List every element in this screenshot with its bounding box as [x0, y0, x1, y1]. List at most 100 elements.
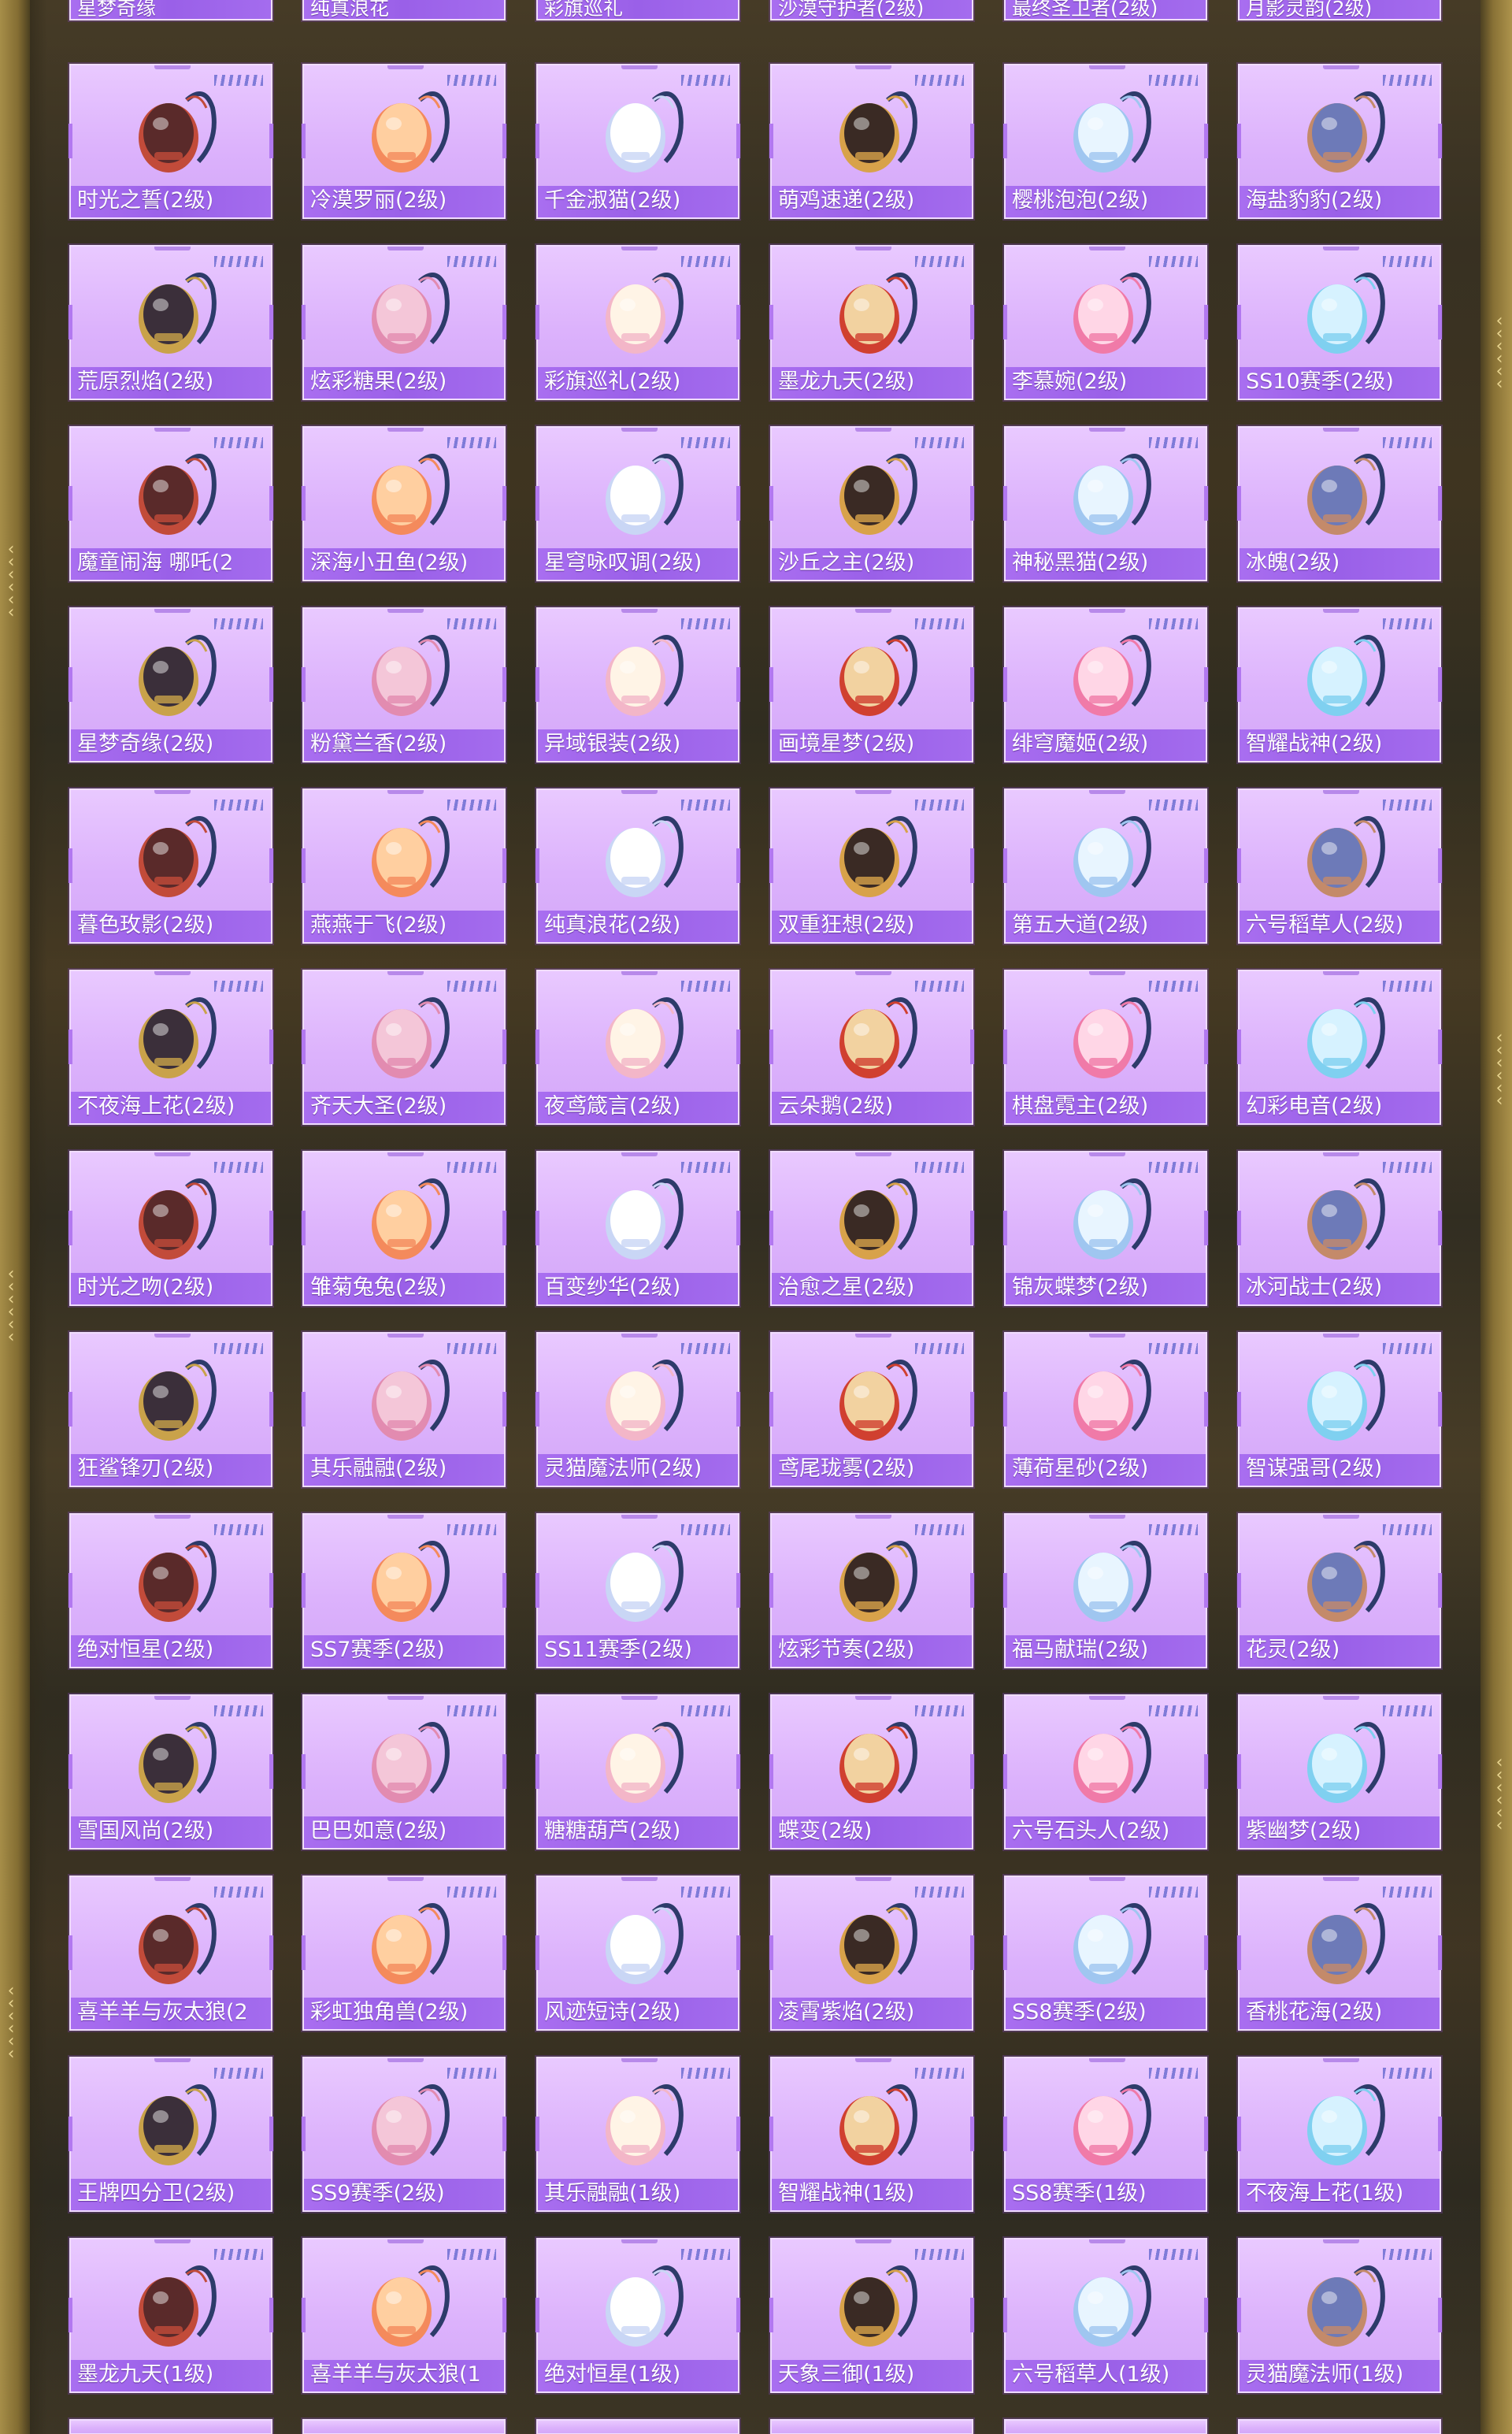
item-card[interactable]: 李慕婉(2级)	[1003, 245, 1208, 400]
item-card[interactable]: 樱桃泡泡(2级)	[1003, 64, 1208, 219]
item-card[interactable]: 魔童闹海 哪吒(2	[69, 426, 273, 581]
item-card[interactable]: 绝对恒星(1级)	[536, 2238, 740, 2393]
item-card[interactable]: 炫彩糖果(2级)	[302, 245, 506, 400]
item-card[interactable]: SS8赛季(1级)	[1003, 2057, 1208, 2212]
item-card[interactable]: 绯穹魔姬(2级)	[1003, 607, 1208, 762]
item-card[interactable]	[770, 2419, 973, 2434]
item-card[interactable]: 冰魄(2级)	[1237, 426, 1442, 581]
item-card[interactable]: 齐天大圣(2级)	[302, 970, 506, 1125]
item-card[interactable]: 治愈之星(2级)	[769, 1151, 974, 1306]
item-card[interactable]: 绝对恒星(2级)	[69, 1513, 273, 1668]
item-name: 魔童闹海 哪吒(2	[77, 551, 234, 575]
item-card[interactable]: 灵猫魔法师(1级)	[1237, 2238, 1442, 2393]
item-card[interactable]	[302, 2419, 506, 2434]
item-card[interactable]: 燕燕于飞(2级)	[302, 788, 506, 944]
item-card[interactable]: 海盐豹豹(2级)	[1237, 64, 1442, 219]
item-card[interactable]: 夜鸢箴言(2级)	[536, 970, 740, 1125]
item-card[interactable]: 智耀战神(2级)	[1237, 607, 1442, 762]
item-card[interactable]: 锦灰蝶梦(2级)	[1003, 1151, 1208, 1306]
item-card[interactable]: 彩虹独角兽(2级)	[302, 1876, 506, 2031]
item-card[interactable]: 时光之誓(2级)	[69, 64, 273, 219]
item-card[interactable]: 时光之吻(2级)	[69, 1151, 273, 1306]
card-side-mark	[269, 848, 273, 883]
item-card[interactable]	[1004, 2419, 1207, 2434]
item-card[interactable]: SS8赛季(2级)	[1003, 1876, 1208, 2031]
item-card[interactable]: 沙丘之主(2级)	[769, 426, 974, 581]
item-card[interactable]: 喜羊羊与灰太狼(1	[302, 2238, 506, 2393]
item-card[interactable]: 不夜海上花(2级)	[69, 970, 273, 1125]
item-card[interactable]: 暮色玫影(2级)	[69, 788, 273, 944]
item-card[interactable]: 冰河战士(2级)	[1237, 1151, 1442, 1306]
item-card[interactable]	[1238, 2419, 1441, 2434]
item-card[interactable]: 星梦奇缘	[69, 0, 272, 20]
item-card[interactable]: 花灵(2级)	[1237, 1513, 1442, 1668]
item-card[interactable]: 云朵鹅(2级)	[769, 970, 974, 1125]
item-card[interactable]: 其乐融融(1级)	[536, 2057, 740, 2212]
item-card[interactable]: SS11赛季(2级)	[536, 1513, 740, 1668]
item-card[interactable]: 雪国风尚(2级)	[69, 1694, 273, 1850]
item-card[interactable]: 鸢尾珑雾(2级)	[769, 1332, 974, 1487]
item-card[interactable]: 双重狂想(2级)	[769, 788, 974, 944]
card-top-notch	[1323, 1515, 1359, 1519]
item-card[interactable]: 星梦奇缘(2级)	[69, 607, 273, 762]
item-card[interactable]: 灵猫魔法师(2级)	[536, 1332, 740, 1487]
item-card[interactable]: 异域银装(2级)	[536, 607, 740, 762]
card-side-mark	[769, 848, 773, 883]
item-card[interactable]: 冷漠罗丽(2级)	[302, 64, 506, 219]
item-card[interactable]: 六号稻草人(2级)	[1237, 788, 1442, 944]
item-card[interactable]: 香桃花海(2级)	[1237, 1876, 1442, 2031]
item-card[interactable]: 墨龙九天(2级)	[769, 245, 974, 400]
item-card[interactable]: 最终圣卫者(2级)	[1004, 0, 1207, 20]
item-card[interactable]: 天象三御(1级)	[769, 2238, 974, 2393]
card-side-mark	[69, 1935, 72, 1970]
item-card[interactable]	[536, 2419, 739, 2434]
item-card[interactable]: 纯真浪花(2级)	[536, 788, 740, 944]
item-card[interactable]: 福马献瑞(2级)	[1003, 1513, 1208, 1668]
item-card[interactable]: 画境星梦(2级)	[769, 607, 974, 762]
item-card[interactable]: 风迹短诗(2级)	[536, 1876, 740, 2031]
item-card[interactable]: 幻彩电音(2级)	[1237, 970, 1442, 1125]
clownfish-bag-icon	[345, 439, 463, 549]
item-card[interactable]: 彩旗巡礼(2级)	[536, 245, 740, 400]
item-card[interactable]: 墨龙九天(1级)	[69, 2238, 273, 2393]
item-card[interactable]: 月影灵韵(2级)	[1238, 0, 1441, 20]
item-card[interactable]: 粉黛兰香(2级)	[302, 607, 506, 762]
item-card[interactable]: 不夜海上花(1级)	[1237, 2057, 1442, 2212]
item-card[interactable]: 萌鸡速递(2级)	[769, 64, 974, 219]
item-card[interactable]: 六号稻草人(1级)	[1003, 2238, 1208, 2393]
item-card[interactable]: 狂鲨锋刃(2级)	[69, 1332, 273, 1487]
item-name: 炫彩糖果(2级)	[310, 370, 447, 394]
item-card[interactable]: 神秘黑猫(2级)	[1003, 426, 1208, 581]
item-card[interactable]: 彩旗巡礼	[536, 0, 739, 20]
bow-bag-icon	[1047, 76, 1165, 187]
item-card[interactable]: 星穹咏叹调(2级)	[536, 426, 740, 581]
item-card[interactable]: 巴巴如意(2级)	[302, 1694, 506, 1850]
card-side-mark	[736, 848, 740, 883]
item-card[interactable]: SS7赛季(2级)	[302, 1513, 506, 1668]
item-card[interactable]: 雏菊兔兔(2级)	[302, 1151, 506, 1306]
item-card[interactable]: 六号石头人(2级)	[1003, 1694, 1208, 1850]
item-card[interactable]: 糖糖葫芦(2级)	[536, 1694, 740, 1850]
item-card[interactable]: 第五大道(2级)	[1003, 788, 1208, 944]
item-card[interactable]: SS10赛季(2级)	[1237, 245, 1442, 400]
item-card[interactable]: 棋盘霓主(2级)	[1003, 970, 1208, 1125]
item-card[interactable]: 凌霄紫焰(2级)	[769, 1876, 974, 2031]
item-card[interactable]: 沙漠守护者(2级)	[770, 0, 973, 20]
item-card[interactable]: 炫彩节奏(2级)	[769, 1513, 974, 1668]
item-card[interactable]: 王牌四分卫(2级)	[69, 2057, 273, 2212]
card-side-mark	[536, 848, 539, 883]
item-card[interactable]: 智耀战神(1级)	[769, 2057, 974, 2212]
item-card[interactable]: 深海小丑鱼(2级)	[302, 426, 506, 581]
item-card[interactable]: SS9赛季(2级)	[302, 2057, 506, 2212]
item-card[interactable]: 紫幽梦(2级)	[1237, 1694, 1442, 1850]
item-card[interactable]	[69, 2419, 272, 2434]
item-card[interactable]: 其乐融融(2级)	[302, 1332, 506, 1487]
item-card[interactable]: 纯真浪花	[302, 0, 506, 20]
item-card[interactable]: 喜羊羊与灰太狼(2	[69, 1876, 273, 2031]
item-card[interactable]: 智谋强哥(2级)	[1237, 1332, 1442, 1487]
item-card[interactable]: 千金淑猫(2级)	[536, 64, 740, 219]
item-card[interactable]: 荒原烈焰(2级)	[69, 245, 273, 400]
item-card[interactable]: 蝶变(2级)	[769, 1694, 974, 1850]
item-card[interactable]: 薄荷星砂(2级)	[1003, 1332, 1208, 1487]
item-card[interactable]: 百变纱华(2级)	[536, 1151, 740, 1306]
